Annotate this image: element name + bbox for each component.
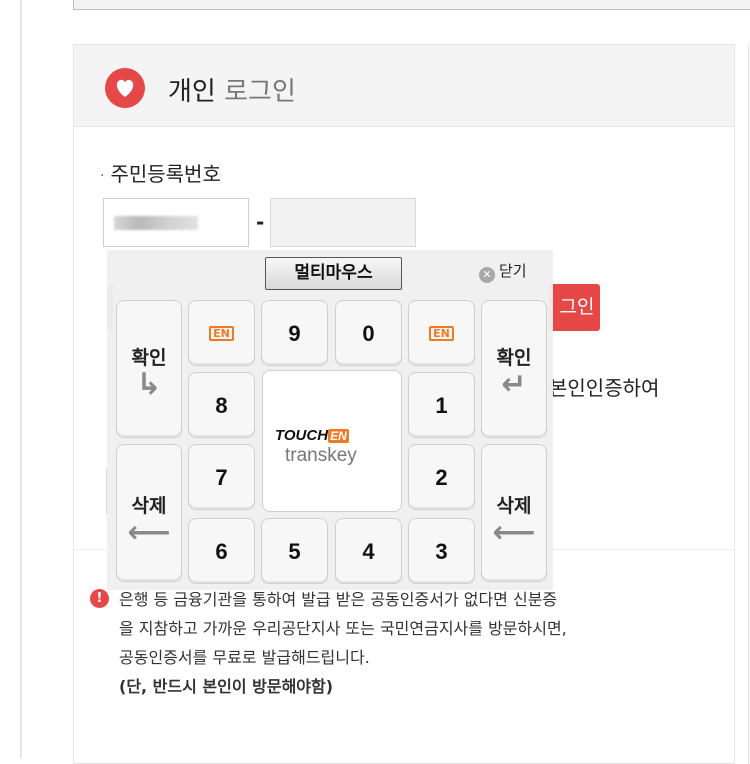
confirm-label-right: 확인: [496, 347, 532, 369]
key-7[interactable]: 7: [188, 444, 255, 510]
backspace-arrow-icon: ⟵: [492, 515, 536, 550]
logo-touch: TOUCH: [275, 427, 329, 444]
notice-line-4: (단, 반드시 본인이 방문해야함): [119, 677, 334, 696]
key-3[interactable]: 3: [408, 518, 475, 584]
notice-block: ! 은행 등 금융기관을 통하여 발급 받은 공동인증서가 없다면 신분증 을 …: [90, 585, 730, 701]
login-button[interactable]: 그인: [548, 284, 600, 331]
virtual-keypad: 멀티마우스 ✕ 닫기 확인 ↳ 삭제 ⟵ 확인 ↵ 삭제 ⟵ EN 9 0 EN …: [107, 250, 553, 590]
en-toggle-key-right[interactable]: EN: [408, 300, 475, 366]
delete-button-right[interactable]: 삭제 ⟵: [481, 444, 547, 582]
touchen-transkey-logo: TOUCH EN transkey: [262, 370, 402, 512]
auth-description-text: 본인인증하여: [549, 376, 660, 400]
enter-arrow-icon: ↵: [501, 367, 527, 402]
key-9[interactable]: 9: [261, 300, 328, 366]
resident-number-front-input[interactable]: [103, 198, 249, 247]
enter-arrow-icon: ↳: [136, 367, 162, 402]
key-1[interactable]: 1: [408, 372, 475, 438]
confirm-button-left[interactable]: 확인 ↳: [116, 300, 182, 438]
delete-button-left[interactable]: 삭제 ⟵: [116, 444, 182, 582]
alert-icon: !: [90, 589, 109, 608]
panel-title: 개인 로그인: [168, 71, 296, 108]
delete-label-right: 삭제: [496, 495, 532, 517]
key-5[interactable]: 5: [261, 518, 328, 584]
key-8[interactable]: 8: [188, 372, 255, 438]
key-4[interactable]: 4: [335, 518, 402, 584]
multimouse-button[interactable]: 멀티마우스: [265, 257, 402, 290]
logo-touch-text: TOUCH EN: [275, 427, 349, 444]
notice-line-2: 을 지참하고 가까운 우리공단지사 또는 국민연금지사를 방문하시면,: [119, 619, 567, 638]
masked-value: [114, 216, 198, 230]
en-toggle-key-left[interactable]: EN: [188, 300, 255, 366]
top-section-box: [73, 0, 750, 10]
resident-number-label: · 주민등록번호: [100, 158, 221, 187]
en-label: EN: [209, 326, 234, 341]
close-icon: ✕: [479, 267, 495, 283]
bullet-dot: ·: [100, 167, 105, 184]
notice-line-3: 공동인증서를 무료로 발급해드립니다.: [119, 648, 370, 667]
heart-logo-icon: [105, 68, 145, 108]
left-border: [20, 0, 22, 758]
confirm-button-right[interactable]: 확인 ↵: [481, 300, 547, 438]
panel-title-strong: 개인: [168, 77, 216, 107]
panel-title-light: 로그인: [224, 77, 296, 107]
delete-label-left: 삭제: [131, 495, 167, 517]
key-0[interactable]: 0: [335, 300, 402, 366]
backspace-arrow-icon: ⟵: [127, 515, 171, 550]
confirm-label-left: 확인: [131, 347, 167, 369]
hyphen-separator: -: [256, 210, 265, 234]
logo-en: EN: [328, 429, 349, 443]
key-2[interactable]: 2: [408, 444, 475, 510]
en-label: EN: [429, 326, 454, 341]
field-label-text: 주민등록번호: [110, 162, 221, 186]
close-label: 닫기: [499, 262, 527, 280]
keypad-close-button[interactable]: ✕ 닫기: [479, 260, 527, 283]
logo-transkey: transkey: [285, 445, 357, 466]
key-6[interactable]: 6: [188, 518, 255, 584]
panel-header: 개인 로그인: [74, 45, 734, 127]
resident-number-back-input[interactable]: [270, 198, 416, 247]
